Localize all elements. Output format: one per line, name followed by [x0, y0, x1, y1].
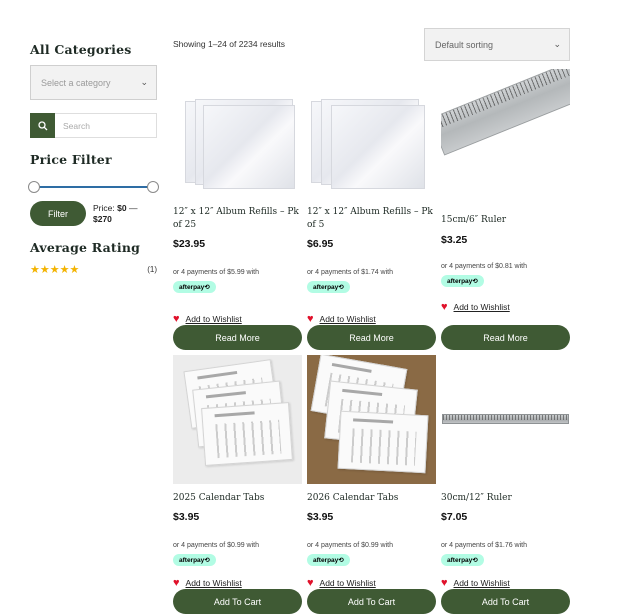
- chevron-down-icon: ⌄: [140, 77, 148, 87]
- heart-icon: ♥: [173, 577, 180, 589]
- product-name[interactable]: 2025 Calendar Tabs: [173, 492, 302, 505]
- product-card: 2026 Calendar Tabs $3.95 or 4 payments o…: [307, 355, 436, 614]
- sorting-select[interactable]: Default sorting ⌄: [424, 28, 570, 61]
- product-image[interactable]: [173, 355, 302, 484]
- product-price: $23.95: [173, 238, 206, 250]
- product-image[interactable]: [441, 69, 570, 180]
- price-slider-max-handle[interactable]: [147, 181, 159, 193]
- search-placeholder: Search: [63, 120, 90, 131]
- add-to-cart-button[interactable]: Add To Cart: [441, 589, 570, 614]
- sidebar: All Categories Select a category ⌄ Searc…: [28, 42, 159, 276]
- add-to-cart-button[interactable]: Add To Cart: [307, 589, 436, 614]
- product-price: $3.25: [441, 234, 468, 246]
- product-image[interactable]: [307, 355, 436, 484]
- add-to-wishlist-link[interactable]: ♥ Add to Wishlist: [173, 577, 242, 589]
- categories-heading: All Categories: [30, 42, 132, 57]
- product-card: 12″ x 12″ Album Refills – Pk of 25 $23.9…: [173, 69, 302, 350]
- price-separator: —: [128, 202, 138, 213]
- afterpay-text: or 4 payments of $1.76 with: [441, 542, 527, 549]
- afterpay-logo: afterpay⟲: [173, 281, 216, 293]
- rating-count: (1): [147, 265, 157, 274]
- heart-icon: ♥: [307, 577, 314, 589]
- heart-icon: ♥: [441, 577, 448, 589]
- average-rating-heading: Average Rating: [30, 240, 141, 255]
- read-more-button[interactable]: Read More: [441, 325, 570, 350]
- afterpay-logo: afterpay⟲: [441, 275, 484, 287]
- product-name[interactable]: 30cm/12″ Ruler: [441, 492, 570, 505]
- star-rating-icon: ★★★★★: [30, 264, 80, 276]
- product-card: 30cm/12″ Ruler $7.05 or 4 payments of $1…: [441, 355, 570, 614]
- add-to-wishlist-link[interactable]: ♥ Add to Wishlist: [307, 313, 376, 325]
- afterpay-logo: afterpay⟲: [307, 554, 350, 566]
- add-to-wishlist-link[interactable]: ♥ Add to Wishlist: [173, 313, 242, 325]
- wishlist-label: Add to Wishlist: [453, 302, 510, 312]
- category-select[interactable]: Select a category ⌄: [30, 65, 157, 100]
- price-min: $0: [117, 202, 127, 213]
- afterpay-text: or 4 payments of $0.99 with: [173, 542, 259, 549]
- read-more-button[interactable]: Read More: [173, 325, 302, 350]
- search-form: Search: [30, 113, 157, 138]
- chevron-down-icon: ⌄: [553, 39, 561, 49]
- product-price: $6.95: [307, 238, 334, 250]
- product-price: $3.95: [173, 511, 200, 523]
- heart-icon: ♥: [307, 313, 314, 325]
- product-name[interactable]: 15cm/6″ Ruler: [441, 214, 506, 227]
- price-slider-min-handle[interactable]: [28, 181, 40, 193]
- search-icon: [37, 120, 47, 130]
- add-to-cart-button[interactable]: Add To Cart: [173, 589, 302, 614]
- afterpay-text: or 4 payments of $1.74 with: [307, 269, 393, 276]
- afterpay-logo: afterpay⟲: [307, 281, 350, 293]
- product-price: $7.05: [441, 511, 468, 523]
- price-slider-track: [34, 186, 153, 188]
- price-slider[interactable]: [28, 181, 159, 193]
- filter-row: Filter Price: $0 — $270: [30, 201, 157, 226]
- price-label: Price:: [93, 202, 115, 213]
- wishlist-label: Add to Wishlist: [185, 314, 242, 324]
- add-to-wishlist-link[interactable]: ♥ Add to Wishlist: [441, 577, 510, 589]
- sorting-selected: Default sorting: [435, 39, 494, 50]
- wishlist-label: Add to Wishlist: [319, 314, 376, 324]
- product-name[interactable]: 12″ x 12″ Album Refills – Pk of 5: [307, 206, 436, 232]
- search-input[interactable]: Search: [55, 113, 157, 138]
- heart-icon: ♥: [441, 301, 448, 313]
- afterpay-text: or 4 payments of $0.81 with: [441, 263, 527, 270]
- afterpay-logo: afterpay⟲: [441, 554, 484, 566]
- product-name[interactable]: 2026 Calendar Tabs: [307, 492, 436, 505]
- category-select-placeholder: Select a category: [41, 77, 111, 88]
- heart-icon: ♥: [173, 313, 180, 325]
- wishlist-label: Add to Wishlist: [185, 578, 242, 588]
- afterpay-text: or 4 payments of $0.99 with: [307, 542, 393, 549]
- results-count: Showing 1–24 of 2234 results: [173, 39, 285, 49]
- afterpay-text: or 4 payments of $5.99 with: [173, 269, 259, 276]
- product-price: $3.95: [307, 511, 334, 523]
- search-button[interactable]: [30, 113, 55, 138]
- price-filter-heading: Price Filter: [30, 152, 112, 167]
- product-name[interactable]: 12″ x 12″ Album Refills – Pk of 25: [173, 206, 302, 232]
- product-card: 15cm/6″ Ruler $3.25 or 4 payments of $0.…: [441, 69, 570, 350]
- filter-button[interactable]: Filter: [30, 201, 86, 226]
- product-image[interactable]: [173, 69, 302, 198]
- add-to-wishlist-link[interactable]: ♥ Add to Wishlist: [441, 301, 510, 313]
- afterpay-logo: afterpay⟲: [173, 554, 216, 566]
- wishlist-label: Add to Wishlist: [453, 578, 510, 588]
- price-max: $270: [93, 213, 112, 224]
- read-more-button[interactable]: Read More: [307, 325, 436, 350]
- product-image[interactable]: [441, 355, 570, 484]
- price-range-label: Price: $0 — $270: [93, 203, 137, 225]
- product-image[interactable]: [307, 69, 436, 198]
- rating-filter-item[interactable]: ★★★★★ (1): [30, 263, 157, 276]
- product-card: 12″ x 12″ Album Refills – Pk of 5 $6.95 …: [307, 69, 436, 350]
- add-to-wishlist-link[interactable]: ♥ Add to Wishlist: [307, 577, 376, 589]
- product-card: 2025 Calendar Tabs $3.95 or 4 payments o…: [173, 355, 302, 614]
- wishlist-label: Add to Wishlist: [319, 578, 376, 588]
